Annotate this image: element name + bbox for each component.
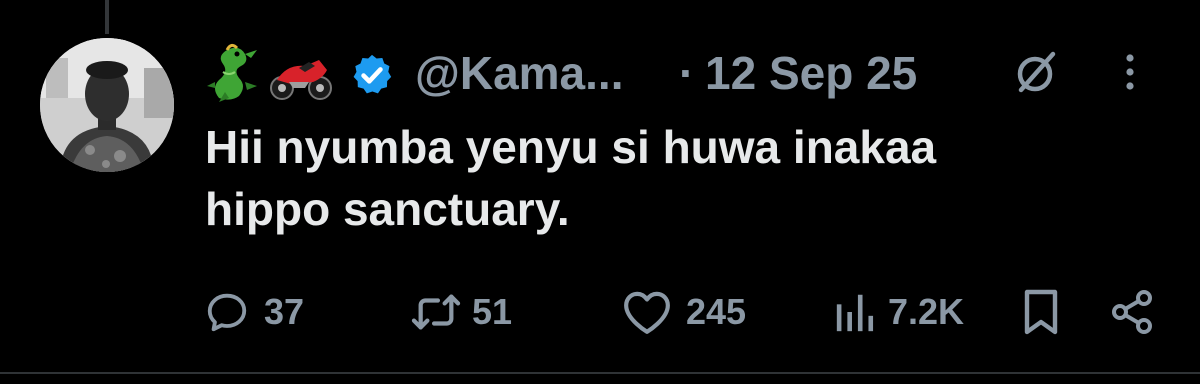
bookmark-button[interactable] bbox=[1020, 282, 1062, 342]
tweet-text-line: Hii nyumba yenyu si huwa inakaa bbox=[205, 121, 937, 173]
share-button[interactable] bbox=[1108, 282, 1156, 342]
verified-badge-icon[interactable] bbox=[349, 52, 395, 103]
dragon-emoji-icon bbox=[205, 42, 263, 109]
avatar[interactable] bbox=[40, 38, 174, 172]
repost-button[interactable]: 51 bbox=[410, 282, 512, 342]
tweet-date[interactable]: 12 Sep 25 bbox=[705, 46, 917, 100]
separator-dot: · bbox=[679, 47, 695, 99]
share-icon bbox=[1112, 290, 1152, 334]
tweet-header: @Kama... · 12 Sep 25 bbox=[205, 38, 1165, 110]
motorcycle-emoji-icon bbox=[269, 52, 333, 107]
reply-icon bbox=[207, 293, 247, 332]
views-button[interactable]: 7.2K bbox=[834, 282, 964, 342]
tweet-text: Hii nyumba yenyu si huwa inakaa hippo sa… bbox=[205, 116, 1105, 240]
thread-connector-line bbox=[105, 0, 109, 34]
bookmark-icon bbox=[1024, 289, 1058, 335]
tweet-text-line: hippo sanctuary. bbox=[205, 183, 570, 235]
reply-button[interactable]: 37 bbox=[204, 282, 304, 342]
reply-count: 37 bbox=[264, 291, 305, 332]
more-icon[interactable] bbox=[1123, 52, 1137, 101]
like-button[interactable]: 245 bbox=[622, 282, 746, 342]
tweet-divider bbox=[0, 372, 1200, 374]
repost-count: 51 bbox=[472, 291, 513, 332]
view-count: 7.2K bbox=[888, 291, 965, 332]
grok-icon[interactable] bbox=[1015, 50, 1059, 99]
repost-icon bbox=[411, 294, 461, 330]
tweet-actions: 37 51 245 7.2K bbox=[0, 282, 1200, 342]
analytics-icon bbox=[836, 294, 874, 332]
user-handle[interactable]: @Kama... bbox=[415, 46, 623, 100]
heart-icon bbox=[624, 291, 670, 334]
like-count: 245 bbox=[686, 291, 747, 332]
